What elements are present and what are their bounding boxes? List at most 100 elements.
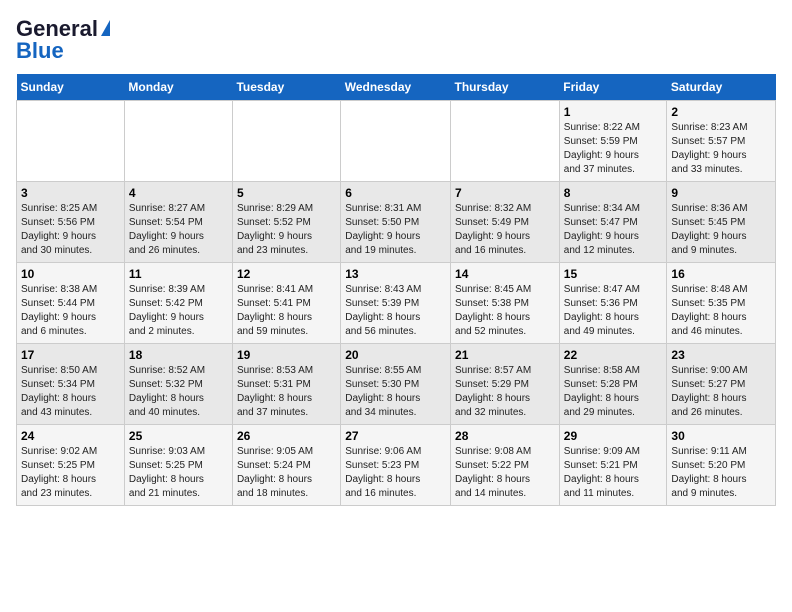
- day-number: 22: [564, 348, 663, 362]
- day-number: 3: [21, 186, 120, 200]
- day-number: 9: [671, 186, 771, 200]
- calendar-cell: 12 Sunrise: 8:41 AM Sunset: 5:41 PM Dayli…: [232, 263, 340, 344]
- calendar-cell: [124, 101, 232, 182]
- day-info: Sunrise: 9:03 AM Sunset: 5:25 PM Dayligh…: [129, 445, 228, 501]
- day-number: 17: [21, 348, 120, 362]
- calendar-cell: [341, 101, 451, 182]
- calendar-cell: 29 Sunrise: 9:09 AM Sunset: 5:21 PM Dayli…: [559, 425, 667, 506]
- calendar-cell: 27 Sunrise: 9:06 AM Sunset: 5:23 PM Dayli…: [341, 425, 451, 506]
- day-info: Sunrise: 8:53 AM Sunset: 5:31 PM Dayligh…: [237, 364, 336, 420]
- day-number: 6: [345, 186, 446, 200]
- calendar-cell: 2Sunrise: 8:23 AM Sunset: 5:57 PM Daylig…: [667, 101, 776, 182]
- day-info: Sunrise: 9:08 AM Sunset: 5:22 PM Dayligh…: [455, 445, 555, 501]
- day-number: 23: [671, 348, 771, 362]
- calendar-cell: 20 Sunrise: 8:55 AM Sunset: 5:30 PM Dayli…: [341, 344, 451, 425]
- day-number: 25: [129, 429, 228, 443]
- calendar-cell: 23Sunrise: 9:00 AM Sunset: 5:27 PM Dayli…: [667, 344, 776, 425]
- calendar-cell: 1 Sunrise: 8:22 AM Sunset: 5:59 PM Daylig…: [559, 101, 667, 182]
- calendar-cell: 22 Sunrise: 8:58 AM Sunset: 5:28 PM Dayli…: [559, 344, 667, 425]
- day-info: Sunrise: 8:31 AM Sunset: 5:50 PM Dayligh…: [345, 202, 446, 258]
- day-info: Sunrise: 8:55 AM Sunset: 5:30 PM Dayligh…: [345, 364, 446, 420]
- calendar-header-row: SundayMondayTuesdayWednesdayThursdayFrid…: [17, 74, 776, 101]
- calendar-cell: 3Sunrise: 8:25 AM Sunset: 5:56 PM Daylig…: [17, 182, 125, 263]
- calendar-cell: 19Sunrise: 8:53 AM Sunset: 5:31 PM Dayli…: [232, 344, 340, 425]
- day-info: Sunrise: 8:22 AM Sunset: 5:59 PM Dayligh…: [564, 121, 663, 177]
- day-number: 30: [671, 429, 771, 443]
- day-number: 15: [564, 267, 663, 281]
- calendar-cell: 16Sunrise: 8:48 AM Sunset: 5:35 PM Dayli…: [667, 263, 776, 344]
- day-number: 21: [455, 348, 555, 362]
- calendar-table: SundayMondayTuesdayWednesdayThursdayFrid…: [16, 74, 776, 506]
- logo-triangle-icon: [101, 20, 110, 36]
- day-info: Sunrise: 9:06 AM Sunset: 5:23 PM Dayligh…: [345, 445, 446, 501]
- calendar-cell: 15 Sunrise: 8:47 AM Sunset: 5:36 PM Dayli…: [559, 263, 667, 344]
- day-info: Sunrise: 8:43 AM Sunset: 5:39 PM Dayligh…: [345, 283, 446, 339]
- calendar-cell: 30 Sunrise: 9:11 AM Sunset: 5:20 PM Dayli…: [667, 425, 776, 506]
- day-info: Sunrise: 8:41 AM Sunset: 5:41 PM Dayligh…: [237, 283, 336, 339]
- column-header-saturday: Saturday: [667, 74, 776, 101]
- column-header-sunday: Sunday: [17, 74, 125, 101]
- calendar-cell: 4 Sunrise: 8:27 AM Sunset: 5:54 PM Daylig…: [124, 182, 232, 263]
- day-number: 7: [455, 186, 555, 200]
- day-info: Sunrise: 8:45 AM Sunset: 5:38 PM Dayligh…: [455, 283, 555, 339]
- day-info: Sunrise: 9:09 AM Sunset: 5:21 PM Dayligh…: [564, 445, 663, 501]
- day-info: Sunrise: 9:05 AM Sunset: 5:24 PM Dayligh…: [237, 445, 336, 501]
- day-info: Sunrise: 9:11 AM Sunset: 5:20 PM Dayligh…: [671, 445, 771, 501]
- calendar-cell: 17 Sunrise: 8:50 AM Sunset: 5:34 PM Dayli…: [17, 344, 125, 425]
- day-number: 26: [237, 429, 336, 443]
- calendar-cell: 24 Sunrise: 9:02 AM Sunset: 5:25 PM Dayli…: [17, 425, 125, 506]
- calendar-cell: 8 Sunrise: 8:34 AM Sunset: 5:47 PM Daylig…: [559, 182, 667, 263]
- week-row-3: 10 Sunrise: 8:38 AM Sunset: 5:44 PM Dayli…: [17, 263, 776, 344]
- day-info: Sunrise: 8:29 AM Sunset: 5:52 PM Dayligh…: [237, 202, 336, 258]
- day-info: Sunrise: 8:36 AM Sunset: 5:45 PM Dayligh…: [671, 202, 771, 258]
- calendar-cell: 9 Sunrise: 8:36 AM Sunset: 5:45 PM Daylig…: [667, 182, 776, 263]
- calendar-cell: [451, 101, 560, 182]
- logo-blue: Blue: [16, 38, 64, 64]
- day-number: 12: [237, 267, 336, 281]
- day-number: 1: [564, 105, 663, 119]
- day-number: 5: [237, 186, 336, 200]
- day-info: Sunrise: 8:27 AM Sunset: 5:54 PM Dayligh…: [129, 202, 228, 258]
- calendar-cell: 25 Sunrise: 9:03 AM Sunset: 5:25 PM Dayli…: [124, 425, 232, 506]
- day-number: 8: [564, 186, 663, 200]
- calendar-cell: 14 Sunrise: 8:45 AM Sunset: 5:38 PM Dayli…: [451, 263, 560, 344]
- page-header: General Blue: [16, 16, 776, 64]
- week-row-2: 3Sunrise: 8:25 AM Sunset: 5:56 PM Daylig…: [17, 182, 776, 263]
- calendar-cell: [232, 101, 340, 182]
- week-row-1: 1 Sunrise: 8:22 AM Sunset: 5:59 PM Daylig…: [17, 101, 776, 182]
- day-info: Sunrise: 8:47 AM Sunset: 5:36 PM Dayligh…: [564, 283, 663, 339]
- day-number: 14: [455, 267, 555, 281]
- calendar-cell: 28Sunrise: 9:08 AM Sunset: 5:22 PM Dayli…: [451, 425, 560, 506]
- day-number: 29: [564, 429, 663, 443]
- calendar-cell: 21 Sunrise: 8:57 AM Sunset: 5:29 PM Dayli…: [451, 344, 560, 425]
- day-info: Sunrise: 8:50 AM Sunset: 5:34 PM Dayligh…: [21, 364, 120, 420]
- day-number: 18: [129, 348, 228, 362]
- day-info: Sunrise: 8:38 AM Sunset: 5:44 PM Dayligh…: [21, 283, 120, 339]
- day-info: Sunrise: 8:57 AM Sunset: 5:29 PM Dayligh…: [455, 364, 555, 420]
- day-number: 24: [21, 429, 120, 443]
- column-header-monday: Monday: [124, 74, 232, 101]
- day-info: Sunrise: 9:02 AM Sunset: 5:25 PM Dayligh…: [21, 445, 120, 501]
- week-row-5: 24 Sunrise: 9:02 AM Sunset: 5:25 PM Dayli…: [17, 425, 776, 506]
- day-number: 13: [345, 267, 446, 281]
- calendar-cell: [17, 101, 125, 182]
- week-row-4: 17 Sunrise: 8:50 AM Sunset: 5:34 PM Dayli…: [17, 344, 776, 425]
- day-info: Sunrise: 8:23 AM Sunset: 5:57 PM Dayligh…: [671, 121, 771, 177]
- calendar-cell: 7 Sunrise: 8:32 AM Sunset: 5:49 PM Daylig…: [451, 182, 560, 263]
- day-info: Sunrise: 8:34 AM Sunset: 5:47 PM Dayligh…: [564, 202, 663, 258]
- day-number: 10: [21, 267, 120, 281]
- day-number: 11: [129, 267, 228, 281]
- day-info: Sunrise: 8:32 AM Sunset: 5:49 PM Dayligh…: [455, 202, 555, 258]
- day-number: 4: [129, 186, 228, 200]
- day-number: 27: [345, 429, 446, 443]
- calendar-cell: 10 Sunrise: 8:38 AM Sunset: 5:44 PM Dayli…: [17, 263, 125, 344]
- day-info: Sunrise: 8:58 AM Sunset: 5:28 PM Dayligh…: [564, 364, 663, 420]
- day-info: Sunrise: 8:39 AM Sunset: 5:42 PM Dayligh…: [129, 283, 228, 339]
- day-number: 16: [671, 267, 771, 281]
- calendar-cell: 11 Sunrise: 8:39 AM Sunset: 5:42 PM Dayli…: [124, 263, 232, 344]
- calendar-cell: 6 Sunrise: 8:31 AM Sunset: 5:50 PM Daylig…: [341, 182, 451, 263]
- day-number: 20: [345, 348, 446, 362]
- column-header-wednesday: Wednesday: [341, 74, 451, 101]
- calendar-cell: 26 Sunrise: 9:05 AM Sunset: 5:24 PM Dayli…: [232, 425, 340, 506]
- calendar-cell: 13 Sunrise: 8:43 AM Sunset: 5:39 PM Dayli…: [341, 263, 451, 344]
